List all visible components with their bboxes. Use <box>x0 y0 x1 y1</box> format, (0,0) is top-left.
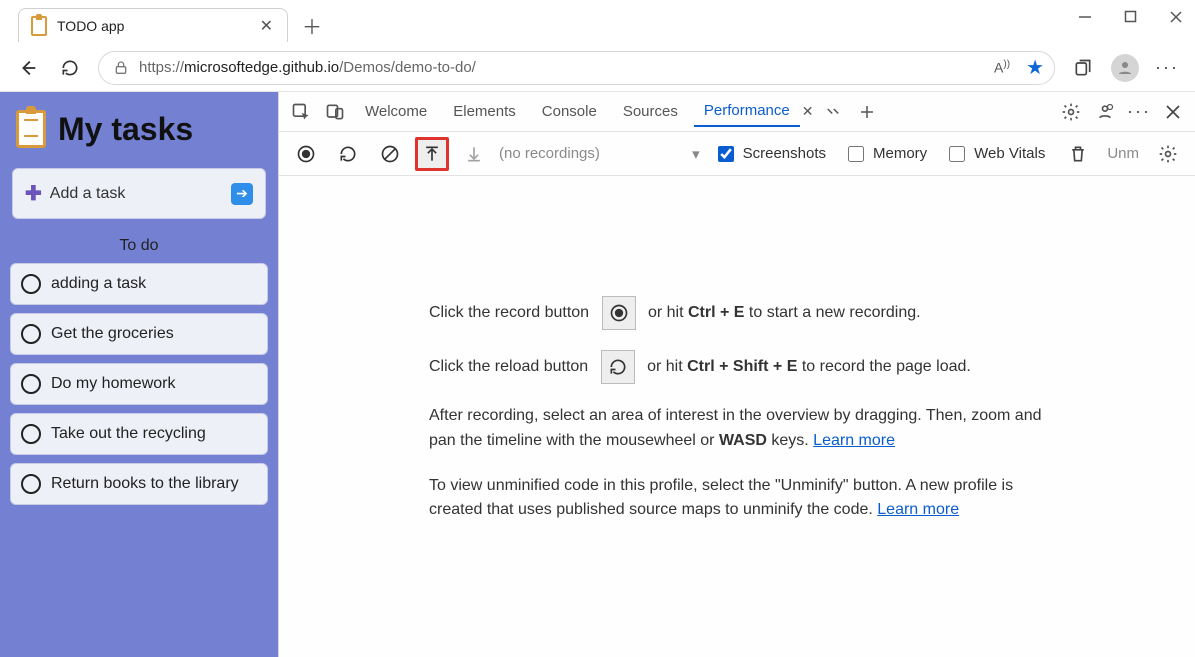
task-list: adding a task Get the groceries Do my ho… <box>10 263 268 505</box>
inline-record-icon <box>602 296 636 330</box>
profile-avatar[interactable] <box>1111 54 1139 82</box>
refresh-button[interactable] <box>56 54 84 82</box>
toolbar: https://microsoftedge.github.io/Demos/de… <box>0 44 1195 92</box>
tab-performance-close-icon[interactable]: ✕ <box>802 103 814 120</box>
task-circle-icon[interactable] <box>21 274 41 294</box>
task-label: Do my homework <box>51 374 175 394</box>
task-circle-icon[interactable] <box>21 374 41 394</box>
unminify-label[interactable]: Unm <box>1107 145 1139 162</box>
collections-icon[interactable] <box>1069 54 1097 82</box>
task-circle-icon[interactable] <box>21 474 41 494</box>
section-title: To do <box>10 237 268 255</box>
tab-elements[interactable]: Elements <box>443 97 526 126</box>
learn-more-link[interactable]: Learn more <box>877 501 959 518</box>
app-panel: My tasks ✚ Add a task ➔ To do adding a t… <box>0 92 278 657</box>
learn-more-link[interactable]: Learn more <box>813 432 895 449</box>
feedback-icon[interactable] <box>1091 98 1119 126</box>
url-text: https://microsoftedge.github.io/Demos/de… <box>139 59 984 76</box>
dropdown-chevron-icon[interactable]: ▾ <box>692 145 700 163</box>
save-profile-button[interactable] <box>457 137 491 171</box>
devtools-panel: Welcome Elements Console Sources Perform… <box>278 92 1195 657</box>
address-bar[interactable]: https://microsoftedge.github.io/Demos/de… <box>98 51 1055 85</box>
task-item[interactable]: Get the groceries <box>10 313 268 355</box>
back-button[interactable] <box>14 54 42 82</box>
task-label: adding a task <box>51 274 146 294</box>
record-button[interactable] <box>289 137 323 171</box>
devtools-tab-bar: Welcome Elements Console Sources Perform… <box>279 92 1195 132</box>
more-menu-button[interactable]: ··· <box>1153 54 1181 82</box>
devtools-close-icon[interactable] <box>1159 98 1187 126</box>
overflow-chevron-icon[interactable] <box>819 98 847 126</box>
clipboard-icon <box>16 110 46 148</box>
task-item[interactable]: Do my homework <box>10 363 268 405</box>
task-circle-icon[interactable] <box>21 424 41 444</box>
screenshots-checkbox[interactable]: Screenshots <box>714 143 826 165</box>
clear-button[interactable] <box>373 137 407 171</box>
window-minimize-icon[interactable] <box>1078 10 1092 24</box>
task-label: Get the groceries <box>51 324 174 344</box>
add-panel-button[interactable] <box>853 98 881 126</box>
favorite-star-icon[interactable]: ★ <box>1026 55 1044 80</box>
window-close-icon[interactable] <box>1169 10 1183 24</box>
lock-icon <box>113 60 129 76</box>
task-item[interactable]: adding a task <box>10 263 268 305</box>
tab-welcome[interactable]: Welcome <box>355 97 437 126</box>
reload-record-button[interactable] <box>331 137 365 171</box>
load-profile-button[interactable] <box>415 137 449 171</box>
task-item[interactable]: Take out the recycling <box>10 413 268 455</box>
memory-label: Memory <box>873 145 927 162</box>
browser-tab[interactable]: TODO app ✕ <box>18 8 288 42</box>
plus-icon: ✚ <box>25 181 42 206</box>
recordings-placeholder: (no recordings) <box>499 145 600 162</box>
web-vitals-checkbox[interactable]: Web Vitals <box>945 143 1045 165</box>
window-maximize-icon[interactable] <box>1124 10 1137 24</box>
garbage-collect-icon[interactable] <box>1061 137 1095 171</box>
tab-console[interactable]: Console <box>532 97 607 126</box>
new-tab-button[interactable]: ＋ <box>302 11 322 40</box>
tab-close-icon[interactable]: ✕ <box>256 16 277 36</box>
toolbar-settings-gear-icon[interactable] <box>1151 137 1185 171</box>
task-label: Take out the recycling <box>51 424 206 444</box>
submit-arrow-button[interactable]: ➔ <box>231 183 253 205</box>
task-item[interactable]: Return books to the library <box>10 463 268 505</box>
tab-strip: TODO app ✕ ＋ <box>0 0 1195 44</box>
web-vitals-label: Web Vitals <box>974 145 1045 162</box>
add-task-input[interactable]: ✚ Add a task ➔ <box>12 168 266 219</box>
devtools-more-icon[interactable]: ··· <box>1125 98 1153 126</box>
tab-sources[interactable]: Sources <box>613 97 688 126</box>
settings-gear-icon[interactable] <box>1057 98 1085 126</box>
memory-checkbox[interactable]: Memory <box>844 143 927 165</box>
tab-performance[interactable]: Performance <box>694 96 800 127</box>
performance-instructions: Click the record button or hit Ctrl + E … <box>279 176 1195 657</box>
app-title: My tasks <box>58 111 193 148</box>
screenshots-label: Screenshots <box>743 145 826 162</box>
inspect-element-icon[interactable] <box>287 98 315 126</box>
inline-reload-icon <box>601 350 635 384</box>
add-task-label: Add a task <box>50 185 231 203</box>
read-aloud-icon[interactable]: A)) <box>994 59 1010 76</box>
device-emulation-icon[interactable] <box>321 98 349 126</box>
tab-favicon-icon <box>31 16 47 36</box>
performance-toolbar: (no recordings) ▾ Screenshots Memory Web… <box>279 132 1195 176</box>
tab-title: TODO app <box>57 18 256 34</box>
task-label: Return books to the library <box>51 474 239 494</box>
task-circle-icon[interactable] <box>21 324 41 344</box>
